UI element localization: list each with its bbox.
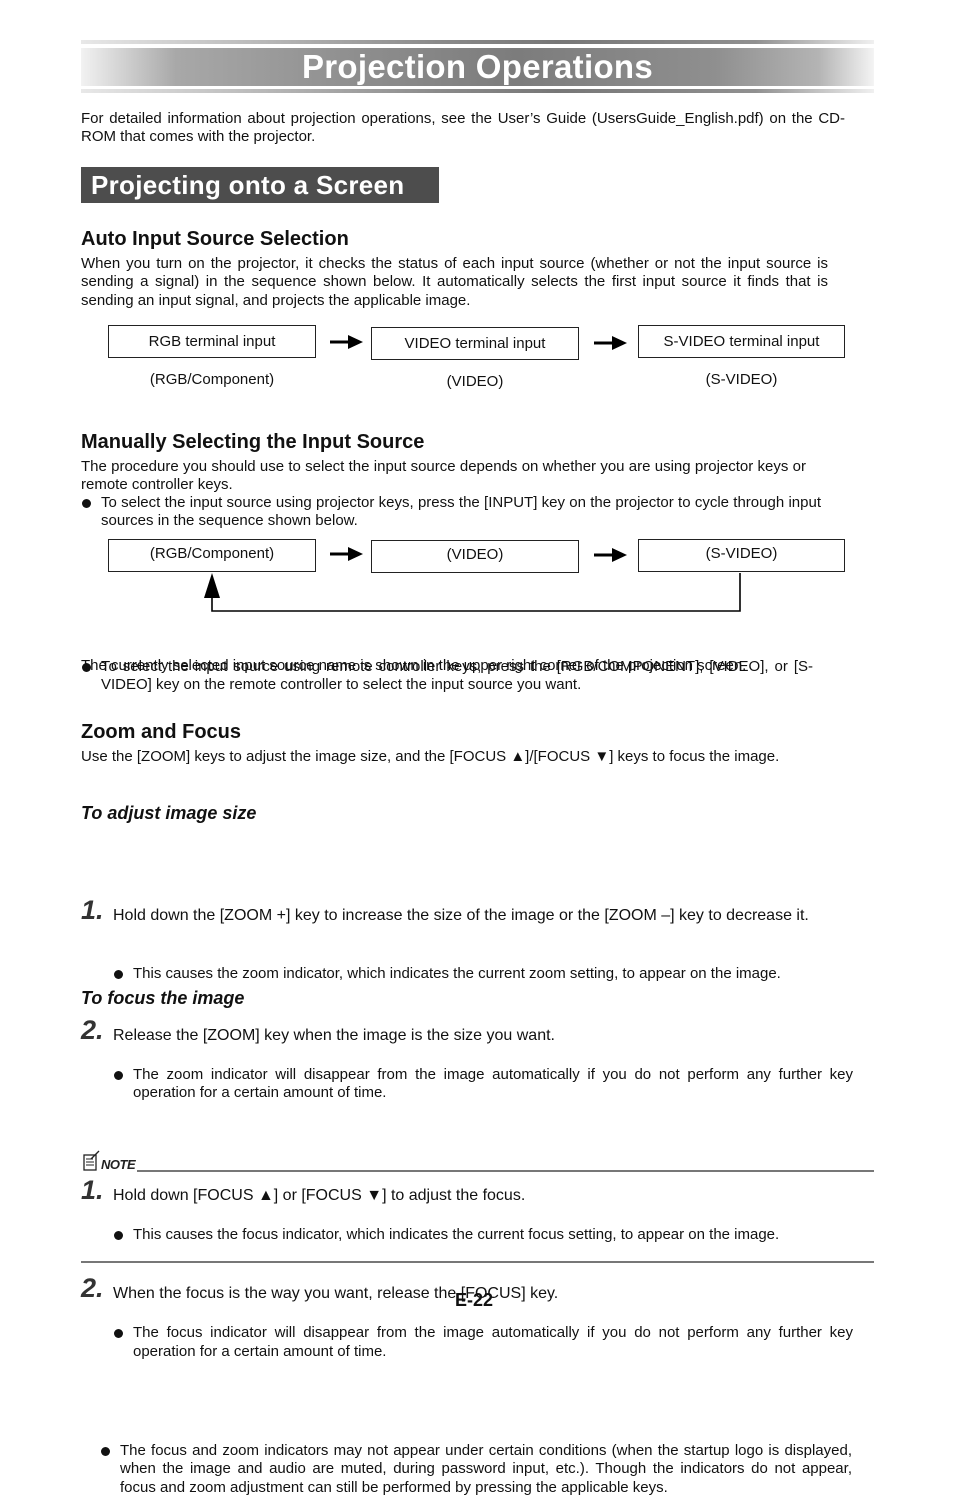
- flow-box-rgb: RGB terminal input: [108, 325, 316, 358]
- section-title: Projecting onto a Screen: [91, 170, 405, 200]
- cycle-box-video: (VIDEO): [371, 540, 579, 573]
- chapter-title-bar: Projection Operations: [81, 40, 874, 93]
- bullet-icon: [114, 1230, 123, 1240]
- step-text: Release the [ZOOM] key when the image is…: [113, 1027, 555, 1045]
- step-text: Hold down [FOCUS ▲] or [FOCUS ▼] to adju…: [113, 1186, 526, 1204]
- page-number: E-22: [455, 1290, 494, 1310]
- bullet-text: To select the input source using project…: [101, 494, 821, 530]
- bullet-icon: [114, 1329, 123, 1339]
- arrow-right-icon: [594, 336, 627, 350]
- section-title-bar: Projecting onto a Screen: [81, 167, 439, 203]
- arrow-right-icon: [330, 335, 363, 349]
- bullet-icon: [114, 969, 123, 979]
- cycle-box-rgb: (RGB/Component): [108, 539, 316, 572]
- flow-caption-svideo: (S-VIDEO): [705, 371, 778, 388]
- note-rule-bottom: [81, 1261, 874, 1263]
- bullet-projector-keys: To select the input source using project…: [81, 494, 821, 531]
- note-bullet: The focus and zoom indicators may not ap…: [100, 1442, 852, 1497]
- bullet-text: This causes the focus indicator, which i…: [133, 1225, 780, 1243]
- step-text: Hold down the [ZOOM +] key to increase t…: [113, 906, 809, 924]
- note-label: NOTE: [101, 1157, 136, 1172]
- step-number: 2.: [81, 1015, 104, 1046]
- intro-text: For detailed information about projectio…: [81, 110, 845, 146]
- manual-input-footer: The currently selected input source name…: [81, 657, 747, 674]
- flow-caption-video: (VIDEO): [446, 373, 504, 390]
- focus-step-1: 1. Hold down [FOCUS ▲] or [FOCUS ▼] to a…: [81, 1176, 858, 1206]
- size-step-2: 2. Release the [ZOOM] key when the image…: [81, 1017, 858, 1046]
- auto-input-heading: Auto Input Source Selection: [81, 228, 349, 250]
- arrow-right-icon: [594, 548, 627, 562]
- focus-step-1-bullet: This causes the focus indicator, which i…: [113, 1226, 833, 1244]
- manual-input-body: The procedure you should use to select t…: [81, 458, 806, 494]
- bullet-text: The zoom indicator will disappear from t…: [133, 1066, 853, 1102]
- step-number: 1.: [81, 894, 104, 925]
- size-step-1-bullet: This causes the zoom indicator, which in…: [113, 965, 835, 983]
- focus-step-2-bullet: The focus indicator will disappear from …: [113, 1324, 853, 1361]
- step-number: 1.: [81, 1174, 104, 1205]
- flow-caption-rgb: (RGB/Component): [149, 371, 275, 388]
- size-step-1: 1. Hold down the [ZOOM +] key to increas…: [81, 896, 858, 926]
- focus-image-heading: To focus the image: [81, 988, 245, 1008]
- size-step-2-bullet: The zoom indicator will disappear from t…: [113, 1066, 853, 1103]
- bullet-text: This causes the zoom indicator, which in…: [133, 964, 781, 982]
- step-number: 2.: [81, 1273, 104, 1304]
- bullet-icon: [101, 1447, 110, 1457]
- flow-box-svideo: S-VIDEO terminal input: [638, 325, 845, 358]
- bullet-text: The focus indicator will disappear from …: [133, 1324, 853, 1360]
- adjust-size-heading: To adjust image size: [81, 803, 257, 823]
- page-title: Projection Operations: [301, 48, 654, 85]
- note-icon: [83, 1150, 100, 1171]
- zoom-focus-body: Use the [ZOOM] keys to adjust the image …: [81, 748, 780, 765]
- bullet-icon: [114, 1071, 123, 1081]
- auto-input-body: When you turn on the projector, it check…: [81, 255, 828, 309]
- bullet-icon: [82, 499, 91, 508]
- manual-input-heading: Manually Selecting the Input Source: [81, 431, 425, 453]
- note-rule-top: [137, 1170, 874, 1172]
- note-text: The focus and zoom indicators may not ap…: [120, 1442, 852, 1496]
- zoom-focus-heading: Zoom and Focus: [81, 721, 241, 743]
- flow-box-video: VIDEO terminal input: [371, 327, 579, 360]
- arrow-right-icon: [330, 547, 363, 561]
- cycle-box-svideo: (S-VIDEO): [638, 539, 845, 572]
- cycle-return-arrow-icon: [204, 573, 741, 612]
